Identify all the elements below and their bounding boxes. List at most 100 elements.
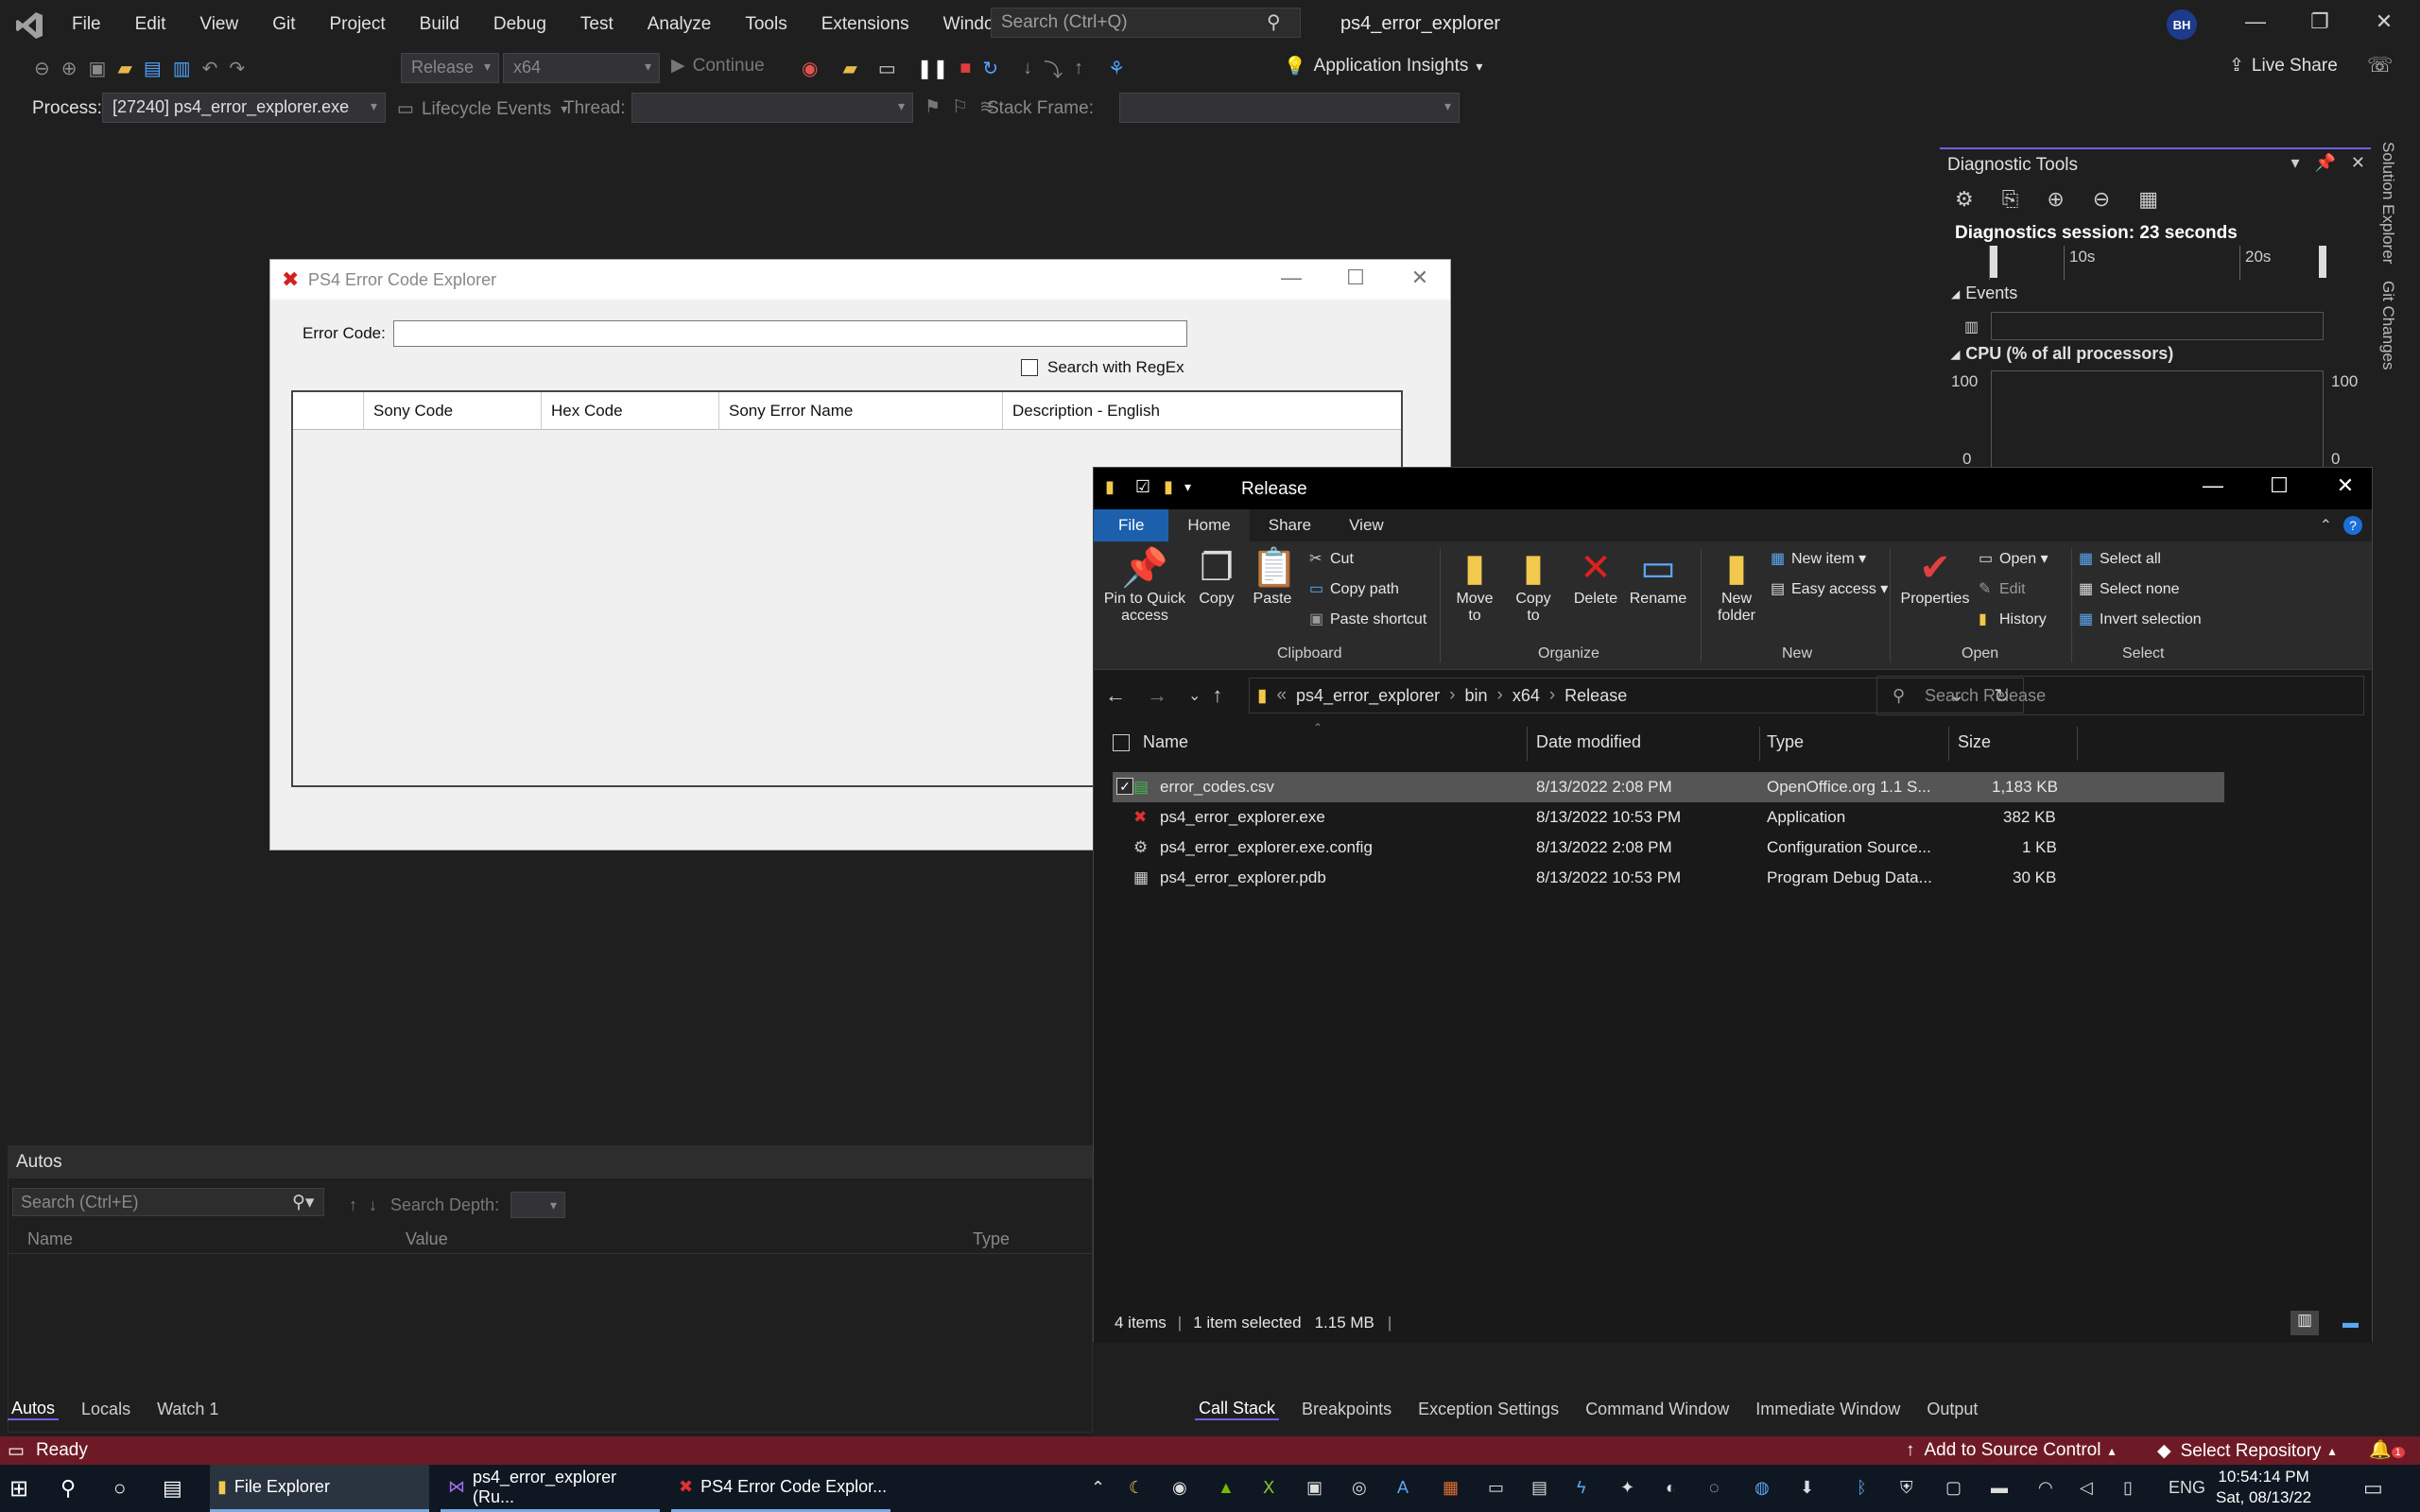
language-indicator[interactable]: ENG <box>2169 1478 2205 1498</box>
close-icon[interactable]: ✕ <box>1401 266 1439 290</box>
visual-studio-logo-icon[interactable] <box>13 9 45 42</box>
device-icon[interactable]: ▢ <box>1945 1478 1962 1498</box>
docker-icon[interactable]: ▣ <box>1306 1478 1322 1498</box>
close-icon[interactable]: ✕ <box>2365 9 2403 34</box>
diagnostics-icon[interactable]: ⚘ <box>1108 57 1125 80</box>
col-hex-code[interactable]: Hex Code <box>541 392 718 430</box>
vs-search-input[interactable]: Search (Ctrl+Q) <box>991 8 1301 38</box>
tab-git-changes[interactable]: Git Changes <box>2378 281 2397 370</box>
text-icon[interactable]: A <box>1397 1478 1409 1498</box>
live-share-button[interactable]: ⇪ Live Share <box>2229 55 2338 77</box>
events-header[interactable]: ◢ Events <box>1951 284 2017 303</box>
timeline-start-handle[interactable] <box>1990 246 1997 278</box>
menu-debug[interactable]: Debug <box>476 0 563 49</box>
menu-tools[interactable]: Tools <box>728 0 804 49</box>
menu-view[interactable]: View <box>182 0 255 49</box>
checkbox[interactable] <box>1021 359 1038 376</box>
add-source-control-button[interactable]: ↑ Add to Source Control ▴ <box>1906 1440 2115 1461</box>
weather-icon[interactable]: ☾ <box>1129 1478 1144 1498</box>
open-folder-icon[interactable]: ▰ <box>117 57 131 80</box>
paste-button[interactable]: 📋 Paste <box>1251 545 1298 608</box>
menu-file[interactable]: File <box>55 0 118 49</box>
minimize-icon[interactable]: — <box>1272 266 1310 290</box>
dropdown-icon[interactable]: ▾ <box>2290 153 2299 173</box>
save-icon[interactable]: ▤ <box>144 57 162 80</box>
bluetooth-icon[interactable]: ᛒ <box>1857 1478 1867 1498</box>
tab-call-stack[interactable]: Call Stack <box>1195 1399 1280 1420</box>
platform-select[interactable]: x64 <box>503 53 660 83</box>
back-icon[interactable]: ⊖ <box>34 57 50 80</box>
ring-icon[interactable]: ◌ <box>1709 1478 1720 1498</box>
stack-frame-select[interactable] <box>1119 93 1460 123</box>
search-next-icon[interactable]: ↓ <box>369 1195 377 1215</box>
rename-button[interactable]: ▭ Rename <box>1629 545 1687 608</box>
process-select[interactable]: [27240] ps4_error_explorer.exe <box>102 93 386 123</box>
redo-icon[interactable]: ↷ <box>229 57 245 80</box>
menu-test[interactable]: Test <box>563 0 631 49</box>
maximize-icon[interactable]: ☐ <box>1337 266 1374 290</box>
diag-timeline[interactable]: 10s 20s <box>1989 246 2358 280</box>
pause-icon[interactable]: ❚❚ <box>917 57 949 80</box>
path-segment[interactable]: x64 <box>1512 686 1540 706</box>
steam-icon[interactable]: ◐ <box>1666 1478 1676 1498</box>
large-icons-view-icon[interactable]: ▬ <box>2342 1314 2359 1332</box>
row-checkbox[interactable]: ✓ <box>1116 778 1133 795</box>
clock[interactable]: 10:54:14 PM Sat, 08/13/22 <box>2216 1467 2311 1508</box>
col-value[interactable]: Value <box>406 1229 448 1249</box>
file-row[interactable]: ⚙ ps4_error_explorer.exe.config 8/13/202… <box>1113 833 2224 863</box>
col-date-modified[interactable]: Date modified <box>1536 732 1641 752</box>
discord-icon[interactable]: ◉ <box>1172 1478 1187 1498</box>
file-row[interactable]: ✓ ▤ error_codes.csv 8/13/2022 2:08 PM Op… <box>1113 772 2224 802</box>
tab-view[interactable]: View <box>1330 509 1403 541</box>
drive-icon[interactable]: ▭ <box>1488 1478 1504 1498</box>
invert-selection-button[interactable]: ▦ Invert selection <box>2079 610 2202 628</box>
taskbar-file-explorer[interactable]: ▮ File Explorer <box>210 1465 429 1512</box>
forward-icon[interactable]: → <box>1147 683 1167 708</box>
tab-exception-settings[interactable]: Exception Settings <box>1414 1400 1563 1419</box>
col-name[interactable]: Name <box>27 1229 73 1249</box>
wifi-icon[interactable]: ◠ <box>2038 1478 2053 1498</box>
help-icon[interactable]: ? <box>2343 516 2362 535</box>
close-icon[interactable]: ✕ <box>2326 473 2364 498</box>
settings-icon[interactable]: ⚙ <box>1955 187 1974 212</box>
close-icon[interactable]: ✕ <box>2351 153 2365 173</box>
notifications-icon[interactable]: 🔔 1 <box>2369 1438 2405 1461</box>
search-icon[interactable]: ⚲ <box>1267 10 1281 34</box>
select-none-button[interactable]: ▦ Select none <box>2079 579 2180 598</box>
delete-button[interactable]: ✕ Delete <box>1572 545 1619 608</box>
col-sony-error-name[interactable]: Sony Error Name <box>718 392 1002 430</box>
new-folder-icon[interactable]: ▮ <box>1164 477 1173 497</box>
maximize-icon[interactable]: ☐ <box>2260 473 2298 498</box>
continue-button[interactable]: ▶ Continue <box>671 55 765 77</box>
col-name[interactable]: Name <box>1143 732 1188 752</box>
search-depth-select[interactable] <box>510 1192 566 1218</box>
restart-icon[interactable]: ↻ <box>982 57 998 80</box>
step-over-icon[interactable]: ⤵ <box>1044 55 1063 82</box>
security-icon[interactable]: ⛨ <box>1900 1478 1913 1498</box>
regex-checkbox[interactable]: Search with RegEx <box>1021 358 1184 377</box>
file-row[interactable]: ✖ ps4_error_explorer.exe 8/13/2022 10:53… <box>1113 802 2224 833</box>
thread-select[interactable] <box>631 93 913 123</box>
configuration-select[interactable]: Release <box>401 53 499 83</box>
new-folder-button[interactable]: ▮ New folder <box>1712 545 1761 625</box>
tab-output[interactable]: Output <box>1923 1400 1981 1419</box>
up-icon[interactable]: ↑ <box>1212 683 1222 708</box>
battery-icon[interactable]: ▬ <box>1991 1478 2008 1498</box>
stop-icon[interactable]: ■ <box>959 58 971 79</box>
select-all-checkbox[interactable] <box>1113 734 1130 751</box>
step-into-icon[interactable]: ↓ <box>1023 58 1032 79</box>
tab-watch-1[interactable]: Watch 1 <box>153 1400 222 1419</box>
reset-view-icon[interactable]: ▦ <box>2138 187 2158 212</box>
path-segment[interactable]: ps4_error_explorer <box>1296 686 1440 706</box>
select-repository-button[interactable]: ◆ Select Repository ▴ <box>2157 1440 2336 1462</box>
easy-access-button[interactable]: ▤ Easy access ▾ <box>1771 579 1888 598</box>
flag-all-icon[interactable]: ⚐ <box>952 96 968 118</box>
tab-autos[interactable]: Autos <box>8 1399 60 1420</box>
output-status-icon[interactable]: ▭ <box>8 1440 25 1462</box>
tab-locals[interactable]: Locals <box>78 1400 134 1419</box>
restore-icon[interactable]: ❐ <box>2301 9 2339 34</box>
error-code-input[interactable] <box>393 320 1187 347</box>
tab-command-window[interactable]: Command Window <box>1582 1400 1733 1419</box>
cpu-header[interactable]: ◢ CPU (% of all processors) <box>1951 344 2173 364</box>
autos-search-input[interactable]: Search (Ctrl+E) <box>12 1188 324 1216</box>
